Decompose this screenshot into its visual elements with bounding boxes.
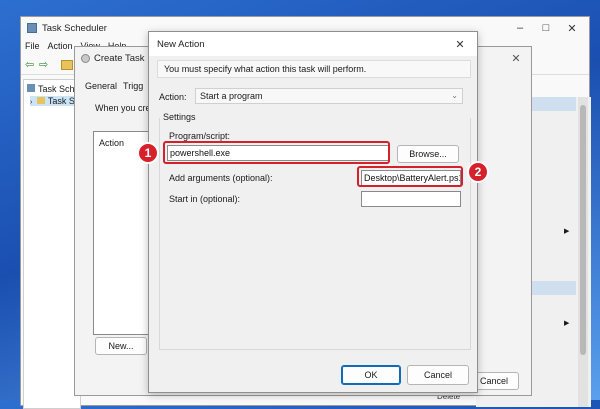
new-action-title: New Action	[157, 38, 205, 50]
forward-arrow-icon[interactable]: ⇨	[39, 58, 48, 71]
scrollbar[interactable]	[578, 97, 588, 407]
annotation-badge-1: 1	[137, 142, 159, 164]
create-task-description: When you cre	[95, 103, 151, 113]
task-scheduler-app-icon	[27, 23, 37, 33]
startin-input[interactable]	[361, 191, 461, 207]
action-select[interactable]: Start a program ⌄	[195, 88, 463, 104]
submenu-arrow-icon[interactable]: ▶	[564, 227, 569, 235]
folder-icon[interactable]	[61, 60, 73, 70]
instruction-text: You must specify what action this task w…	[164, 64, 367, 74]
tree-folder-icon	[36, 97, 45, 104]
chevron-down-icon: ⌄	[451, 91, 458, 100]
task-scheduler-title: Task Scheduler	[42, 22, 107, 34]
create-task-clock-icon	[81, 53, 90, 63]
annotation-badge-2: 2	[467, 161, 489, 183]
program-highlight-box	[163, 141, 390, 164]
program-label: Program/script:	[169, 131, 231, 141]
create-task-title: Create Task	[94, 52, 145, 64]
minimize-icon[interactable]: –	[507, 17, 533, 39]
back-arrow-icon[interactable]: ⇦	[25, 58, 34, 71]
new-action-button[interactable]: New...	[95, 337, 147, 355]
new-action-close-icon[interactable]: ✕	[447, 33, 473, 55]
new-action-dialog: New Action ✕ You must specify what actio…	[148, 31, 478, 393]
actions-list-header[interactable]: Action	[99, 138, 124, 148]
browse-button[interactable]: Browse...	[397, 145, 459, 163]
cancel-button[interactable]: Cancel	[407, 365, 469, 385]
startin-label: Start in (optional):	[169, 194, 241, 204]
tree-clock-icon	[27, 84, 35, 92]
tree-pane: Task Sche › Task S	[23, 79, 81, 409]
create-task-close-icon[interactable]: ✕	[503, 47, 529, 69]
args-highlight-box	[357, 166, 463, 187]
tab-triggers[interactable]: Trigg	[123, 81, 143, 91]
scrollbar-thumb[interactable]	[580, 105, 586, 355]
ok-button[interactable]: OK	[341, 365, 401, 385]
submenu-arrow-icon-2[interactable]: ▶	[564, 319, 569, 327]
tree-item-library[interactable]: › Task S	[30, 96, 77, 106]
action-label: Action:	[159, 92, 187, 102]
tab-general[interactable]: General	[85, 81, 117, 91]
menu-action[interactable]: Action	[48, 41, 73, 55]
args-label: Add arguments (optional):	[169, 173, 273, 183]
action-select-value: Start a program	[200, 91, 263, 101]
new-action-titlebar: New Action	[149, 32, 477, 56]
maximize-icon[interactable]: □	[533, 17, 559, 39]
tree-expand-icon[interactable]: ›	[30, 99, 32, 106]
tree-item-root[interactable]: Task Sche	[27, 84, 80, 94]
menu-file[interactable]: File	[25, 41, 40, 55]
create-task-tabs: General Trigg	[85, 81, 143, 91]
instruction-bar: You must specify what action this task w…	[157, 60, 471, 78]
close-icon[interactable]: ✕	[559, 17, 585, 39]
